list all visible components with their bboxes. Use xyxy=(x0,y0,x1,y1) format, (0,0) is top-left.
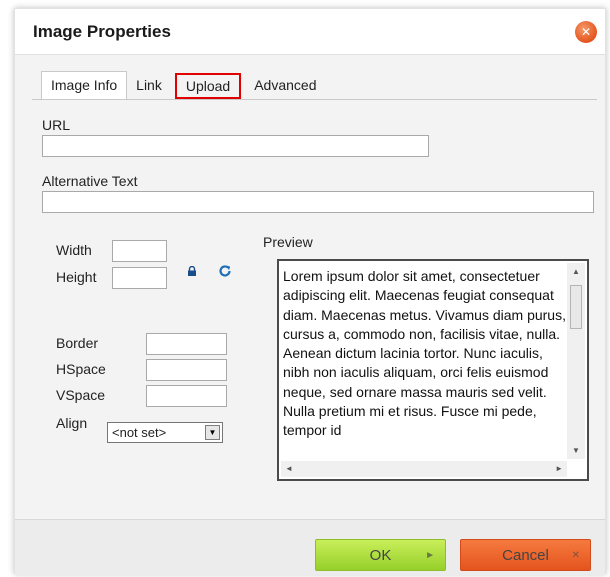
preview-scroll-thumb[interactable] xyxy=(570,285,582,329)
dialog-title: Image Properties xyxy=(33,22,171,41)
border-label: Border xyxy=(56,335,99,351)
align-selected-value: <not set> xyxy=(112,425,167,440)
close-small-icon: ✕ xyxy=(571,550,580,561)
tab-advanced[interactable]: Advanced xyxy=(245,73,325,99)
preview-label: Preview xyxy=(263,234,313,250)
alt-text-label: Alternative Text xyxy=(42,173,138,189)
height-input[interactable] xyxy=(112,267,167,289)
width-input[interactable] xyxy=(112,240,167,262)
cancel-button[interactable]: Cancel ✕ xyxy=(460,539,591,571)
dialog-footer: OK ► Cancel ✕ xyxy=(15,519,605,575)
close-icon[interactable]: ✕ xyxy=(575,21,597,43)
image-properties-dialog: Image Properties ✕ Image Info Link Uploa… xyxy=(14,8,606,575)
preview-vertical-scrollbar[interactable]: ▲ ▼ xyxy=(567,263,585,459)
reset-size-icon[interactable] xyxy=(218,264,232,278)
url-input[interactable] xyxy=(42,135,429,157)
scroll-up-arrow-icon[interactable]: ▲ xyxy=(572,267,580,276)
chevron-down-icon[interactable]: ▼ xyxy=(205,425,220,440)
scroll-right-arrow-icon[interactable]: ► xyxy=(555,464,563,473)
lock-icon[interactable] xyxy=(187,266,197,276)
preview-text: Lorem ipsum dolor sit amet, consectetuer… xyxy=(283,268,566,439)
ok-button-label: OK xyxy=(369,547,392,564)
tab-image-info[interactable]: Image Info xyxy=(41,71,128,99)
arrow-right-icon: ► xyxy=(425,550,435,561)
align-select[interactable]: <not set> ▼ xyxy=(107,422,223,443)
scroll-left-arrow-icon[interactable]: ◄ xyxy=(285,464,293,473)
close-glyph: ✕ xyxy=(580,25,592,39)
preview-horizontal-scrollbar[interactable]: ◄ ► xyxy=(281,461,567,477)
alt-text-input[interactable] xyxy=(42,191,594,213)
vspace-label: VSpace xyxy=(56,387,106,403)
tab-upload[interactable]: Upload xyxy=(174,73,242,99)
hspace-label: HSpace xyxy=(56,361,106,377)
preview-box: Lorem ipsum dolor sit amet, consectetuer… xyxy=(277,259,589,481)
border-input[interactable] xyxy=(146,333,227,355)
height-label: Height xyxy=(56,269,97,285)
url-label: URL xyxy=(42,117,71,133)
scroll-down-arrow-icon[interactable]: ▼ xyxy=(572,446,580,455)
vspace-input[interactable] xyxy=(146,385,227,407)
align-label: Align xyxy=(56,415,88,431)
dialog-title-bar[interactable]: Image Properties ✕ xyxy=(15,9,605,55)
tab-bar: Image Info Link Upload Advanced xyxy=(41,71,326,99)
tab-link[interactable]: Link xyxy=(127,73,171,99)
cancel-button-label: Cancel xyxy=(502,547,549,564)
width-label: Width xyxy=(56,242,92,258)
ok-button[interactable]: OK ► xyxy=(315,539,446,571)
hspace-input[interactable] xyxy=(146,359,227,381)
